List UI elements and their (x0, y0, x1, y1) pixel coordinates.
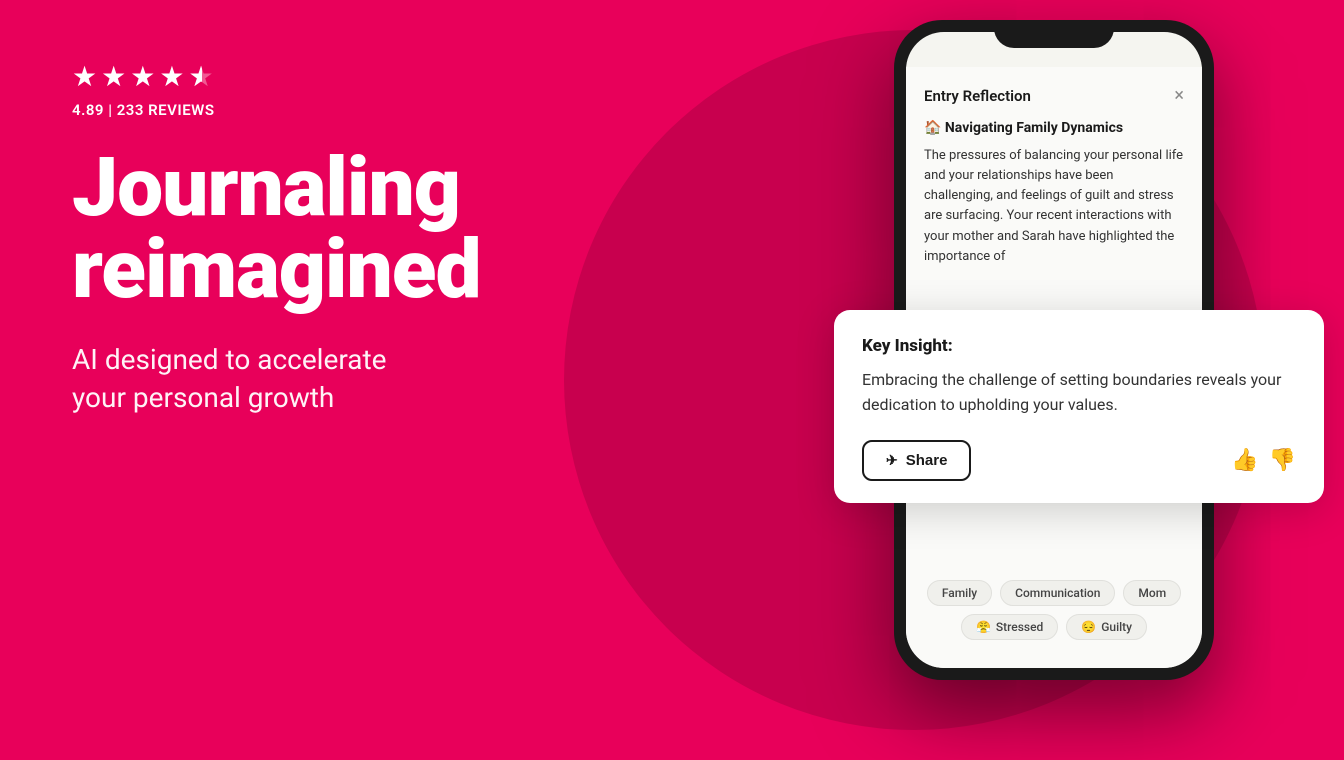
thumbs-up-icon: 👍 (1231, 447, 1258, 472)
guilty-emoji: 😔 (1081, 620, 1096, 634)
phone-notch (994, 20, 1114, 48)
insight-label: Key Insight: (862, 336, 1296, 356)
feedback-buttons: 👍 👎 (1231, 447, 1296, 473)
rating-text: 4.89 | 233 REVIEWS (72, 101, 481, 119)
heading-line2: reimagined (72, 222, 481, 318)
stars-row: ★ ★ ★ ★ ★★ (72, 60, 481, 93)
entry-body: The pressures of balancing your personal… (924, 146, 1184, 267)
share-button[interactable]: ✈ Share (862, 440, 971, 481)
star-5-half: ★★ (188, 60, 213, 93)
insight-footer: ✈ Share 👍 👎 (862, 440, 1296, 481)
separator: | (108, 101, 117, 119)
close-button[interactable]: × (1174, 85, 1184, 106)
star-3: ★ (130, 60, 155, 93)
tags-row-2: 😤 Stressed 😔 Guilty (924, 614, 1184, 640)
sub-heading: AI designed to accelerate your personal … (72, 341, 481, 417)
reviews-count: 233 REVIEWS (117, 101, 215, 119)
insight-text: Embracing the challenge of setting bound… (862, 368, 1296, 418)
tag-communication: Communication (1000, 580, 1115, 606)
subheading-line1: AI designed to accelerate (72, 343, 387, 376)
guilty-label: Guilty (1101, 620, 1132, 634)
tag-mom: Mom (1123, 580, 1181, 606)
tags-section: Family Communication Mom 😤 Stressed 😔 Gu… (924, 580, 1184, 648)
star-4: ★ (159, 60, 184, 93)
star-1: ★ (72, 60, 97, 93)
insight-card: Key Insight: Embracing the challenge of … (834, 310, 1324, 503)
thumbs-down-button[interactable]: 👎 (1269, 447, 1296, 473)
tag-family: Family (927, 580, 992, 606)
star-2: ★ (101, 60, 126, 93)
tags-row-1: Family Communication Mom (924, 580, 1184, 606)
left-content: ★ ★ ★ ★ ★★ 4.89 | 233 REVIEWS Journaling… (72, 60, 481, 417)
tag-guilty: 😔 Guilty (1066, 614, 1147, 640)
entry-reflection-title: Entry Reflection (924, 87, 1031, 105)
tag-stressed: 😤 Stressed (961, 614, 1058, 640)
stressed-emoji: 😤 (976, 620, 991, 634)
main-heading: Journaling reimagined (72, 147, 481, 311)
share-icon: ✈ (886, 452, 898, 469)
subheading-line2: your personal growth (72, 381, 334, 414)
rating-value: 4.89 (72, 101, 104, 119)
thumbs-down-icon: 👎 (1269, 447, 1296, 472)
entry-subtitle-text: Navigating Family Dynamics (945, 120, 1123, 136)
entry-header: Entry Reflection × (924, 85, 1184, 106)
share-label: Share (906, 452, 948, 469)
thumbs-up-button[interactable]: 👍 (1231, 447, 1258, 473)
entry-emoji: 🏠 (924, 120, 941, 136)
stars-container: ★ ★ ★ ★ ★★ (72, 60, 214, 93)
entry-subtitle: 🏠 Navigating Family Dynamics (924, 120, 1184, 136)
stressed-label: Stressed (996, 620, 1043, 634)
